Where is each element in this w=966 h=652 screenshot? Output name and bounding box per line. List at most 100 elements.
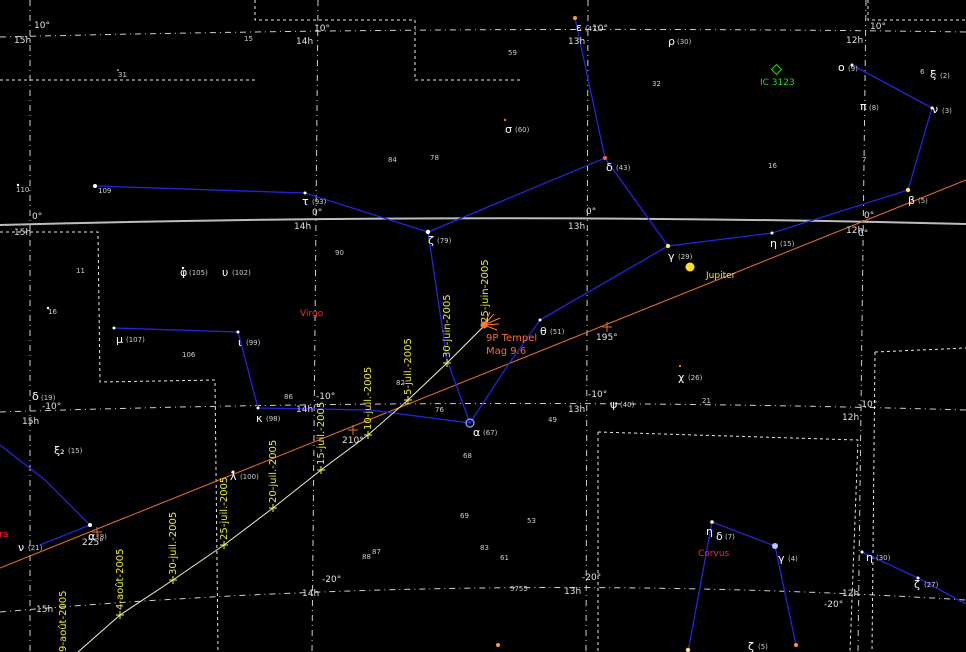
svg-text:π: π <box>860 100 867 113</box>
svg-text:(19): (19) <box>41 394 56 402</box>
svg-text:31: 31 <box>118 71 127 79</box>
track-date-labels: 25-juin-2005 30-juin-2005 5-juil.-2005 1… <box>57 259 491 652</box>
svg-text:109: 109 <box>98 187 111 195</box>
star-chart[interactable]: 15h 14h 13h 12h 10° 10° 10° 10° 15h 14h … <box>0 0 966 652</box>
ra-line-12h <box>857 0 867 652</box>
svg-text:32: 32 <box>652 80 661 88</box>
ecliptic <box>0 179 966 569</box>
svg-text:ι: ι <box>238 336 242 349</box>
ra-line-14h <box>311 0 319 652</box>
svg-text:(98): (98) <box>266 415 281 423</box>
star-icon <box>685 647 691 652</box>
constellation-lines <box>0 17 966 652</box>
deep-sky-icon[interactable] <box>770 63 783 76</box>
svg-text:53: 53 <box>527 517 536 525</box>
svg-text:(51): (51) <box>550 328 565 336</box>
svg-text:12h: 12h <box>842 413 859 423</box>
svg-text:(93): (93) <box>312 198 327 206</box>
svg-text:δ: δ <box>606 161 613 174</box>
svg-text:84: 84 <box>388 156 397 164</box>
star-icon <box>860 550 864 554</box>
svg-text:(3): (3) <box>942 107 952 115</box>
svg-text:25-juil.-2005: 25-juil.-2005 <box>219 477 230 540</box>
jupiter-icon[interactable] <box>685 262 695 272</box>
svg-text:78: 78 <box>430 154 439 162</box>
svg-text:14h: 14h <box>302 589 319 599</box>
svg-text:(15): (15) <box>780 240 795 248</box>
comet-name: 9P Tempel <box>486 333 537 344</box>
svg-text:ν: ν <box>18 541 24 554</box>
svg-text:21: 21 <box>702 397 711 405</box>
svg-text:η: η <box>770 237 777 250</box>
svg-text:ν: ν <box>932 103 938 116</box>
svg-text:15: 15 <box>244 35 253 43</box>
ecliptic-label: 195° <box>596 333 618 343</box>
svg-text:δ: δ <box>716 530 723 543</box>
svg-text:(107): (107) <box>126 336 145 344</box>
svg-text:14h: 14h <box>296 405 313 415</box>
svg-text:15h: 15h <box>22 417 39 427</box>
svg-text:α: α <box>88 530 95 543</box>
svg-text:(2): (2) <box>940 72 950 80</box>
svg-text:12h: 12h <box>846 36 863 46</box>
svg-text:86: 86 <box>284 393 293 401</box>
svg-text:83: 83 <box>480 544 489 552</box>
svg-text:106: 106 <box>182 351 196 359</box>
svg-text:ρ: ρ <box>668 35 675 48</box>
star-icon <box>794 643 798 647</box>
svg-text:α: α <box>473 426 480 439</box>
svg-text:14h: 14h <box>296 37 313 47</box>
svg-text:61: 61 <box>500 554 509 562</box>
svg-text:ζ: ζ <box>428 234 434 247</box>
comet-magnitude: Mag 9.6 <box>486 346 526 357</box>
svg-text:20-juil.-2005: 20-juil.-2005 <box>268 440 279 503</box>
corvus-line-2 <box>687 521 713 652</box>
star-icon <box>93 184 97 188</box>
svg-text:110: 110 <box>16 186 29 194</box>
svg-text:(15): (15) <box>68 447 83 455</box>
svg-text:β: β <box>908 194 915 207</box>
ecliptic-label-210: 210° <box>342 436 364 446</box>
svg-text:30-juin-2005: 30-juin-2005 <box>442 294 453 358</box>
svg-text:ξ₂: ξ₂ <box>54 444 65 457</box>
svg-text:13h: 13h <box>564 587 581 597</box>
svg-text:30-juil.-2005: 30-juil.-2005 <box>168 512 179 575</box>
constellation-label-virgo: Virgo <box>300 309 324 319</box>
dec-line-minus20 <box>0 587 966 613</box>
svg-text:χ: χ <box>678 371 685 384</box>
svg-text:υ: υ <box>222 266 228 279</box>
svg-text:(5): (5) <box>918 197 928 205</box>
svg-text:κ: κ <box>256 412 263 425</box>
virgo-line-4 <box>113 327 471 424</box>
star-icon <box>772 543 778 549</box>
svg-text:82: 82 <box>396 379 405 387</box>
svg-text:90: 90 <box>335 249 344 257</box>
svg-text:-20°: -20° <box>322 575 341 585</box>
svg-text:88: 88 <box>362 553 371 561</box>
svg-text:(4): (4) <box>788 555 798 563</box>
svg-text:16: 16 <box>768 162 777 170</box>
star-icon <box>905 187 911 193</box>
svg-text:(47): (47) <box>585 25 600 33</box>
star-icon <box>236 330 240 334</box>
svg-text:τ: τ <box>302 195 309 208</box>
svg-text:(7): (7) <box>725 533 735 541</box>
ecliptic-ticks <box>92 322 612 537</box>
svg-text:(21): (21) <box>28 544 43 552</box>
svg-text:10-juil.-2005: 10-juil.-2005 <box>363 367 374 430</box>
svg-text:6: 6 <box>920 68 925 76</box>
svg-text:14h: 14h <box>294 222 311 232</box>
svg-text:68: 68 <box>463 452 472 460</box>
svg-text:(5): (5) <box>758 643 768 651</box>
dec-line-10 <box>0 28 966 38</box>
svg-text:(8): (8) <box>869 104 879 112</box>
svg-text:γ: γ <box>668 250 675 263</box>
svg-text:25-juin-2005: 25-juin-2005 <box>480 259 491 323</box>
svg-text:0°: 0° <box>864 211 874 221</box>
deep-sky-label: IC 3123 <box>760 78 795 88</box>
svg-text:15h: 15h <box>14 36 31 46</box>
svg-text:87: 87 <box>372 548 381 556</box>
constellation-label-libra: Libra <box>0 530 8 540</box>
star-icon <box>538 318 542 322</box>
svg-text:69: 69 <box>460 512 469 520</box>
